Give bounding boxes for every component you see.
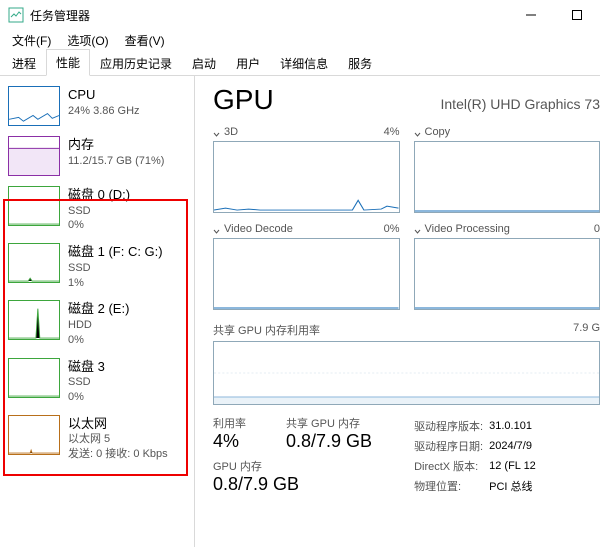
sidebar-item-disk1[interactable]: 磁盘 1 (F: C: G:) SSD 1% — [0, 239, 194, 296]
gpu-chart-copy — [414, 141, 600, 213]
disk2-sub2: 0% — [68, 333, 129, 348]
gpu-detail-panel: GPU Intel(R) UHD Graphics 73 3D 4% Copy — [195, 76, 600, 547]
directx-label: DirectX 版本: — [414, 457, 487, 475]
driver-ver-label: 驱动程序版本: — [414, 417, 487, 435]
tab-processes[interactable]: 进程 — [2, 50, 46, 76]
gpumem-value: 0.8/7.9 GB — [213, 474, 372, 495]
panel-3d-pct: 4% — [384, 126, 400, 138]
ethernet-sub2: 发送: 0 接收: 0 Kbps — [68, 447, 168, 462]
gpu-properties: 驱动程序版本:31.0.101 驱动程序日期:2024/7/9 DirectX … — [412, 415, 542, 497]
sidebar-item-disk2[interactable]: 磁盘 2 (E:) HDD 0% — [0, 296, 194, 353]
chevron-down-icon — [213, 226, 220, 233]
disk2-title: 磁盘 2 (E:) — [68, 300, 129, 318]
menu-options[interactable]: 选项(O) — [63, 30, 112, 51]
ethernet-sub1: 以太网 5 — [68, 432, 168, 447]
disk1-sub1: SSD — [68, 261, 163, 276]
chevron-down-icon — [414, 226, 421, 233]
gpu-shared-chart — [213, 341, 600, 405]
shared-mem-label: 共享 GPU 内存 — [286, 415, 372, 431]
panel-process-label: Video Processing — [425, 223, 510, 235]
maximize-button[interactable] — [554, 0, 600, 30]
gpumem-label: GPU 内存 — [213, 458, 372, 474]
shared-mem-value: 0.8/7.9 GB — [286, 431, 372, 452]
gpu-chart-process — [414, 238, 600, 310]
memory-mini-chart — [8, 136, 60, 176]
gpu-model: Intel(R) UHD Graphics 73 — [441, 96, 600, 112]
panel-decode-label: Video Decode — [224, 223, 293, 235]
ethernet-title: 以太网 — [68, 415, 168, 433]
menu-file[interactable]: 文件(F) — [8, 30, 55, 51]
disk0-sub1: SSD — [68, 204, 130, 219]
disk3-title: 磁盘 3 — [68, 358, 105, 376]
tab-details[interactable]: 详细信息 — [270, 50, 338, 76]
directx-value: 12 (FL 12 — [489, 457, 540, 475]
panel-decode-pct: 0% — [384, 223, 400, 235]
sidebar-item-ethernet[interactable]: 以太网 以太网 5 发送: 0 接收: 0 Kbps — [0, 411, 194, 468]
driver-ver-value: 31.0.101 — [489, 417, 540, 435]
cpu-sub: 24% 3.86 GHz — [68, 104, 140, 119]
shared-label: 共享 GPU 内存利用率 — [213, 322, 320, 338]
ethernet-mini-chart — [8, 415, 60, 455]
disk0-mini-chart — [8, 186, 60, 226]
sidebar-item-cpu[interactable]: CPU 24% 3.86 GHz — [0, 82, 194, 132]
sidebar-item-disk3[interactable]: 磁盘 3 SSD 0% — [0, 354, 194, 411]
chevron-down-icon — [213, 129, 220, 136]
tabbar: 进程 性能 应用历史记录 启动 用户 详细信息 服务 — [0, 50, 600, 76]
driver-date-value: 2024/7/9 — [489, 437, 540, 455]
sidebar-item-disk0[interactable]: 磁盘 0 (D:) SSD 0% — [0, 182, 194, 239]
tab-users[interactable]: 用户 — [226, 50, 270, 76]
panel-process-pct: 0 — [594, 223, 600, 235]
performance-sidebar: CPU 24% 3.86 GHz 内存 11.2/15.7 GB (71%) 磁… — [0, 76, 195, 547]
gpu-panel-copy[interactable]: Copy — [414, 126, 600, 213]
gpu-panel-3d[interactable]: 3D 4% — [213, 126, 400, 213]
tab-services[interactable]: 服务 — [338, 50, 382, 76]
location-label: 物理位置: — [414, 477, 487, 495]
util-value: 4% — [213, 431, 246, 452]
disk3-sub2: 0% — [68, 390, 105, 405]
gpu-chart-decode — [213, 238, 400, 310]
chevron-down-icon — [414, 129, 421, 136]
gpu-chart-3d — [213, 141, 400, 213]
disk1-sub2: 1% — [68, 276, 163, 291]
panel-copy-label: Copy — [425, 126, 451, 138]
disk2-sub1: HDD — [68, 318, 129, 333]
disk3-sub1: SSD — [68, 375, 105, 390]
disk3-mini-chart — [8, 358, 60, 398]
tab-performance[interactable]: 性能 — [46, 49, 90, 76]
tab-app-history[interactable]: 应用历史记录 — [90, 50, 182, 76]
cpu-title: CPU — [68, 86, 140, 104]
driver-date-label: 驱动程序日期: — [414, 437, 487, 455]
disk1-mini-chart — [8, 243, 60, 283]
window-title: 任务管理器 — [30, 7, 90, 24]
gpu-panel-decode[interactable]: Video Decode 0% — [213, 223, 400, 310]
location-value: PCI 总线 — [489, 477, 540, 495]
disk2-mini-chart — [8, 300, 60, 340]
memory-sub: 11.2/15.7 GB (71%) — [68, 154, 164, 169]
util-label: 利用率 — [213, 415, 246, 431]
minimize-button[interactable] — [508, 0, 554, 30]
menu-view[interactable]: 查看(V) — [121, 30, 169, 51]
tab-startup[interactable]: 启动 — [182, 50, 226, 76]
memory-title: 内存 — [68, 136, 164, 154]
panel-3d-label: 3D — [224, 126, 238, 138]
menubar: 文件(F) 选项(O) 查看(V) — [0, 30, 600, 50]
disk1-title: 磁盘 1 (F: C: G:) — [68, 243, 163, 261]
app-icon — [8, 7, 24, 23]
shared-right: 7.9 G — [573, 322, 600, 338]
gpu-panel-process[interactable]: Video Processing 0 — [414, 223, 600, 310]
disk0-title: 磁盘 0 (D:) — [68, 186, 130, 204]
sidebar-item-memory[interactable]: 内存 11.2/15.7 GB (71%) — [0, 132, 194, 182]
window-titlebar: 任务管理器 — [0, 0, 600, 30]
gpu-heading: GPU — [213, 84, 274, 116]
disk0-sub2: 0% — [68, 218, 130, 233]
cpu-mini-chart — [8, 86, 60, 126]
gpu-shared-memory-section: 共享 GPU 内存利用率 7.9 G — [213, 322, 600, 405]
